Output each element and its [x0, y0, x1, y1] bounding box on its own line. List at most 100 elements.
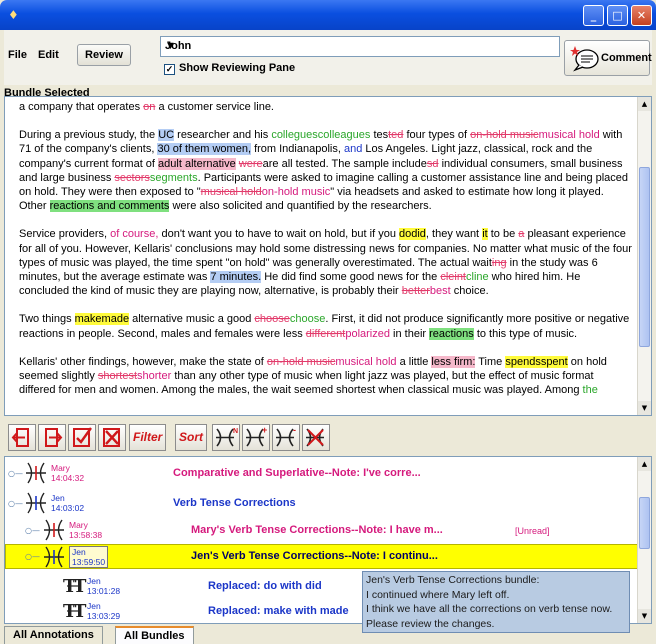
minimize-button[interactable]: _ [583, 5, 604, 26]
reviewer-select[interactable]: John ▼ [160, 36, 560, 57]
sort-button[interactable]: Sort [175, 424, 207, 451]
doc-paragraph[interactable]: Kellaris' other findings, however, make … [19, 355, 633, 398]
doc-text: were also solicited and quantified by th… [169, 200, 432, 213]
highlighted-text: reactions [429, 327, 474, 340]
scroll-up-icon[interactable]: ▲ [638, 97, 651, 111]
new-bundle-button[interactable]: N [212, 424, 240, 451]
bundle-remove-icon: - [276, 425, 296, 447]
show-reviewing-pane-toggle[interactable]: ✓ Show Reviewing Pane [164, 62, 295, 75]
doc-text: During a previous study, the [19, 129, 159, 142]
tooltip-line: I continued where Mary left off. [366, 588, 510, 601]
doc-text: Time [475, 355, 506, 368]
highlighted-text: reactions and comments [49, 200, 170, 213]
tooltip-line: Jen's Verb Tense Corrections bundle: [366, 574, 540, 586]
row-author: Mary [69, 520, 88, 530]
doc-paragraph[interactable]: a company that operates on a customer se… [19, 100, 633, 114]
inserted-text: of course, [110, 228, 159, 241]
scroll-thumb[interactable] [639, 167, 650, 347]
tree-row-selected[interactable]: ○— Jen 13:59:50 Jen's Verb Tense Correcti… [5, 544, 639, 569]
document-scrollbar[interactable]: ▲ ▼ [637, 97, 651, 415]
doc-paragraph[interactable]: Two things makemade alternative music a … [19, 312, 633, 340]
expand-handle-icon[interactable]: ○— [25, 552, 40, 561]
maximize-button[interactable]: □ [607, 5, 628, 26]
bundle-delete-icon [306, 428, 324, 447]
doc-text: are all tested. The sample include [262, 157, 427, 170]
scroll-thumb[interactable] [639, 497, 650, 549]
menu-file[interactable]: File [8, 49, 27, 61]
scroll-up-icon[interactable]: ▲ [638, 457, 651, 471]
scroll-down-icon[interactable]: ▼ [638, 401, 651, 415]
review-button[interactable]: Review [77, 44, 131, 66]
tree-scrollbar[interactable]: ▲ ▼ [637, 457, 651, 623]
checkbox-icon[interactable]: ✓ [164, 64, 175, 75]
doc-text: , they want [425, 228, 483, 241]
menu-edit[interactable]: Edit [38, 49, 59, 61]
window-titlebar: ♦ _ □ ✕ [0, 0, 656, 30]
replace-icon: TT [63, 576, 87, 597]
deleted-text: on-hold music [470, 129, 539, 142]
doc-paragraph[interactable]: During a previous study, the UC research… [19, 128, 633, 213]
bundle-icon [26, 492, 46, 514]
deleted-text: different [305, 327, 346, 340]
tab-all-annotations[interactable]: All Annotations [4, 626, 103, 644]
scroll-down-icon[interactable]: ▼ [638, 609, 651, 623]
app-icon: ♦ [8, 8, 19, 22]
remove-from-bundle-button[interactable]: - [272, 424, 300, 451]
deleted-text: choose [254, 313, 290, 326]
tree-row[interactable]: ○— Jen 14:03:02 Verb Tense Corrections [5, 491, 639, 516]
doc-text: Two things [19, 313, 75, 326]
row-title: Comparative and Superlative--Note: I've … [173, 467, 421, 479]
accept-annotation-button[interactable] [68, 424, 96, 451]
row-author: Jen [87, 576, 101, 586]
collapse-handle-icon[interactable]: ○— [25, 526, 40, 535]
doc-text: Service providers, [19, 228, 111, 241]
doc-text: in their [389, 327, 430, 340]
highlighted-text: UC [158, 129, 175, 142]
row-title: Replaced: do with did [208, 580, 322, 592]
next-annotation-button[interactable] [38, 424, 66, 451]
chevron-down-icon[interactable]: ▼ [165, 40, 556, 52]
add-to-bundle-button[interactable]: + [242, 424, 270, 451]
reject-annotation-button[interactable] [98, 424, 126, 451]
tab-all-bundles[interactable]: All Bundles [115, 626, 194, 644]
bundle-icon [44, 546, 64, 568]
close-button[interactable]: ✕ [631, 5, 652, 26]
delete-bundle-button[interactable] [302, 424, 330, 451]
bundle-new-icon: N [216, 428, 238, 447]
inserted-text: musical hold [335, 355, 397, 368]
inserted-text: choose [289, 313, 326, 326]
row-title: Jen's Verb Tense Corrections--Note: I co… [191, 550, 438, 562]
deleted-text: better [401, 285, 430, 298]
previous-annotation-button[interactable] [8, 424, 36, 451]
row-time: 13:58:38 [69, 530, 103, 540]
deleted-text: on [143, 101, 156, 113]
annotation-toolbar: Filter Sort N + - [4, 421, 652, 453]
row-author: Mary [51, 463, 70, 473]
deleted-text: were [238, 157, 263, 170]
inserted-text: polarized [345, 327, 390, 340]
bundle-tooltip: Jen's Verb Tense Corrections bundle: I c… [362, 571, 630, 633]
doc-text: choice. [450, 285, 489, 298]
doc-paragraph[interactable]: Service providers, of course, don't want… [19, 227, 633, 298]
doc-text: from Indianapolis, [251, 143, 344, 156]
collapse-handle-icon[interactable]: ○— [8, 469, 23, 478]
bundle-icon [44, 519, 64, 541]
bundle-icon [26, 462, 46, 484]
row-title: Verb Tense Corrections [173, 497, 296, 509]
expand-handle-icon[interactable]: ○— [8, 499, 23, 508]
doc-text: to be [487, 228, 519, 241]
tree-row[interactable]: ○— Mary 14:04:32 Comparative and Superlat… [5, 461, 639, 486]
document-text-pane[interactable]: a company that operates on a customer se… [4, 96, 652, 416]
inserted-text: on-hold music [261, 186, 331, 199]
doc-text: researcher and his [174, 129, 272, 142]
comment-button[interactable]: Comment [564, 40, 652, 76]
deleted-text: cleint [440, 271, 466, 284]
row-time: 13:01:28 [87, 586, 121, 596]
inserted-text: cline [466, 271, 489, 284]
doc-text: Kellaris' other findings, however, make … [19, 355, 267, 368]
filter-button[interactable]: Filter [129, 424, 167, 451]
accept-check-icon [73, 427, 92, 447]
tree-row[interactable]: ○— Mary 13:58:38 Mary's Verb Tense Correc… [5, 518, 639, 543]
highlighted-text: 7 minutes. [210, 271, 262, 284]
arrow-right-box-icon [45, 428, 63, 447]
